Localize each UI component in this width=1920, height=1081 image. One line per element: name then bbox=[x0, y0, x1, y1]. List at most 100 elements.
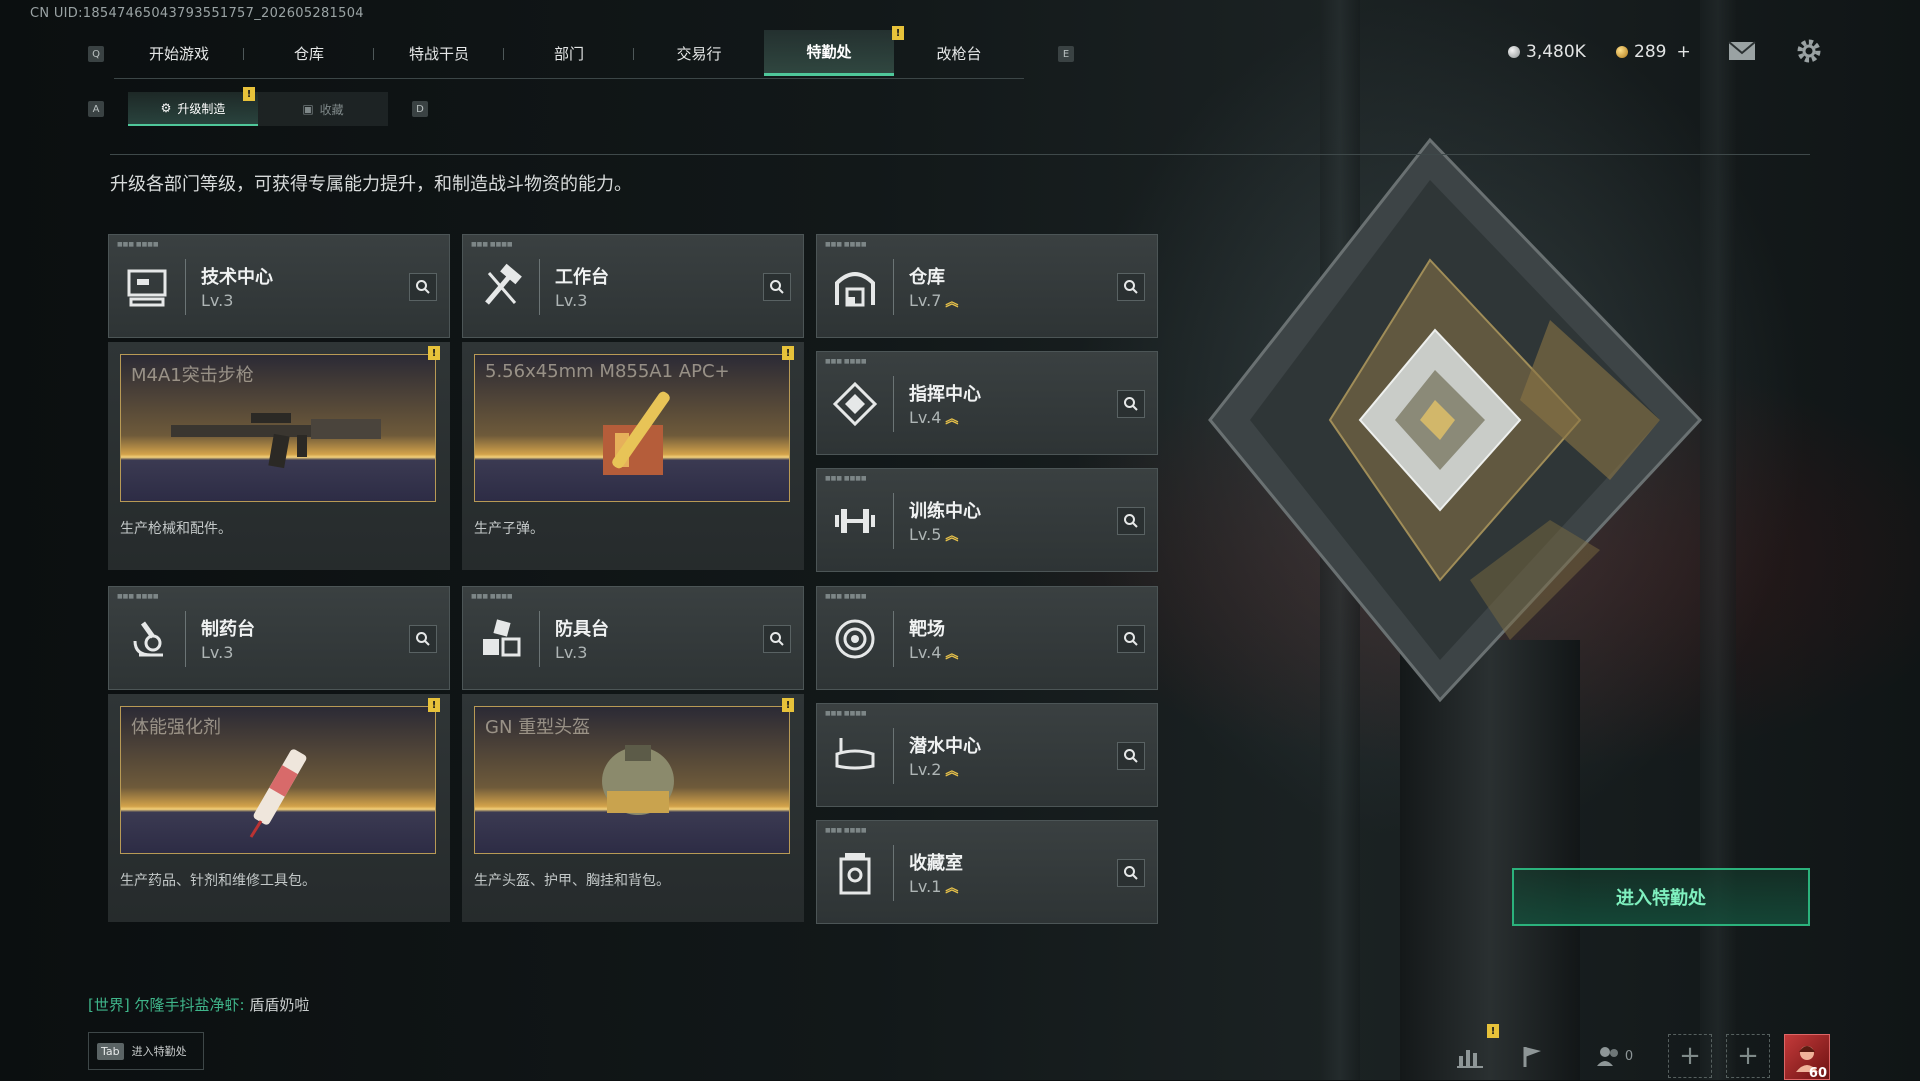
tab-trading[interactable]: 交易行 bbox=[634, 30, 764, 76]
diving-mask-icon bbox=[835, 738, 875, 770]
search-icon[interactable] bbox=[409, 273, 437, 301]
search-icon[interactable] bbox=[1117, 742, 1145, 770]
department-card-command-center[interactable]: ■■■ ■■■■ 指挥中心 Lv.4 ︽ bbox=[816, 351, 1158, 455]
nav-next-key[interactable]: E bbox=[1058, 46, 1074, 62]
subtab-next-key[interactable]: D bbox=[412, 101, 428, 117]
ammo-box-icon bbox=[603, 391, 670, 475]
production-badge: ! bbox=[428, 698, 440, 712]
department-card-armor[interactable]: ■■■ ■■■■ 防具台 Lv.3 bbox=[462, 586, 804, 690]
tab-special-ops[interactable]: 特勤处 bbox=[764, 30, 894, 76]
department-card-warehouse[interactable]: ■■■ ■■■■ 仓库 Lv.7 ︽ bbox=[816, 234, 1158, 338]
stats-notification-badge: ! bbox=[1487, 1024, 1499, 1038]
department-name: 技术中心 bbox=[201, 267, 273, 288]
settings-gear-icon[interactable] bbox=[1796, 38, 1822, 68]
chat-channel: [世界] bbox=[88, 996, 130, 1014]
silver-amount: 3,480K bbox=[1526, 42, 1586, 62]
friends-count: 0 bbox=[1624, 1048, 1634, 1064]
search-icon[interactable] bbox=[763, 625, 791, 653]
friends-button[interactable]: 0 bbox=[1584, 1034, 1644, 1078]
add-squad-slot-1[interactable]: + bbox=[1668, 1034, 1712, 1078]
gold-coin-icon bbox=[1616, 46, 1628, 58]
production-title: M4A1突击步枪 bbox=[131, 365, 254, 386]
add-squad-slot-2[interactable]: + bbox=[1726, 1034, 1770, 1078]
production-badge: ! bbox=[782, 346, 794, 360]
silver-currency: 3,480K bbox=[1508, 42, 1586, 62]
flag-icon[interactable] bbox=[1510, 1034, 1554, 1078]
nav-prev-key[interactable]: Q bbox=[88, 46, 104, 62]
tab-warehouse[interactable]: 仓库 bbox=[244, 30, 374, 76]
tab-gunsmith[interactable]: 改枪台 bbox=[894, 30, 1024, 76]
search-icon[interactable] bbox=[1117, 390, 1145, 418]
production-description: 生产头盔、护甲、胸挂和背包。 bbox=[474, 873, 670, 889]
search-icon[interactable] bbox=[409, 625, 437, 653]
world-chat-message[interactable]: [世界] 尔隆手抖盐净虾: 盾盾奶啦 bbox=[88, 994, 309, 1015]
production-card-stim[interactable]: 体能强化剂 ! 生产药品、针剂和维修工具包。 bbox=[108, 694, 450, 922]
tab-department[interactable]: 部门 bbox=[504, 30, 634, 76]
friends-icon bbox=[1596, 1047, 1618, 1066]
player-level: 60 bbox=[1808, 1066, 1827, 1081]
production-title: 体能强化剂 bbox=[131, 717, 221, 738]
production-preview: GN 重型头盔 bbox=[474, 706, 790, 854]
upgrade-available-icon: ︽ bbox=[945, 764, 959, 779]
warehouse-icon bbox=[835, 272, 875, 307]
department-card-training-center[interactable]: ■■■ ■■■■ 训练中心 Lv.5 ︽ bbox=[816, 468, 1158, 572]
top-nav: 开始游戏 仓库 特战干员 部门 交易行 特勤处 改枪台 bbox=[114, 30, 1024, 79]
department-card-pharmacy[interactable]: ■■■ ■■■■ 制药台 Lv.3 bbox=[108, 586, 450, 690]
header-divider bbox=[110, 154, 1810, 155]
computer-icon bbox=[127, 269, 167, 307]
gold-amount: 289 bbox=[1634, 42, 1667, 62]
department-card-collection-room[interactable]: ■■■ ■■■■ 收藏室 Lv.1 ︽ bbox=[816, 820, 1158, 924]
department-name: 收藏室 bbox=[909, 853, 963, 874]
helmet-icon bbox=[602, 745, 674, 815]
production-badge: ! bbox=[428, 346, 440, 360]
production-preview: 体能强化剂 bbox=[120, 706, 436, 854]
department-card-shooting-range[interactable]: ■■■ ■■■■ 靶场 Lv.4 ︽ bbox=[816, 586, 1158, 690]
department-name: 防具台 bbox=[555, 619, 609, 640]
department-name: 制药台 bbox=[201, 619, 255, 640]
department-level: Lv.3 bbox=[201, 643, 234, 662]
department-card-workbench[interactable]: ■■■ ■■■■ 工作台 Lv.3 bbox=[462, 234, 804, 338]
enter-special-ops-button[interactable]: 进入特勤处 bbox=[1512, 868, 1810, 926]
collection-icon bbox=[839, 853, 871, 895]
department-name: 训练中心 bbox=[909, 501, 981, 522]
subtab-upgrade-craft[interactable]: ⚙ 升级制造 bbox=[128, 92, 258, 126]
department-name: 工作台 bbox=[555, 267, 609, 288]
search-icon[interactable] bbox=[763, 273, 791, 301]
search-icon[interactable] bbox=[1117, 507, 1145, 535]
production-card-rifle[interactable]: M4A1突击步枪 ! 生产枪械和配件。 bbox=[108, 342, 450, 570]
production-card-ammo[interactable]: 5.56x45mm M855A1 APC+ ! 生产子弹。 bbox=[462, 342, 804, 570]
rifle-icon bbox=[171, 413, 381, 469]
mail-icon[interactable] bbox=[1728, 40, 1756, 66]
tab-key-hint[interactable]: Tab 进入特勤处 bbox=[88, 1032, 204, 1070]
search-icon[interactable] bbox=[1117, 859, 1145, 887]
stats-chart-icon[interactable] bbox=[1448, 1034, 1492, 1078]
chat-text: 盾盾奶啦 bbox=[249, 996, 310, 1014]
target-icon bbox=[835, 619, 875, 659]
production-title: GN 重型头盔 bbox=[485, 717, 591, 738]
tools-icon bbox=[485, 263, 522, 305]
department-card-tech-center[interactable]: ■■■ ■■■■ 技术中心 Lv.3 bbox=[108, 234, 450, 338]
upgrade-available-icon: ︽ bbox=[945, 647, 959, 662]
gold-currency: 289 + bbox=[1616, 42, 1691, 62]
special-ops-notification-badge: ! bbox=[892, 26, 904, 40]
upgrade-craft-icon: ⚙ bbox=[160, 101, 172, 115]
department-level: Lv.3 bbox=[555, 643, 588, 662]
sub-tabs: ⚙ 升级制造 ▣ 收藏 bbox=[128, 92, 388, 126]
subtab-prev-key[interactable]: A bbox=[88, 101, 104, 117]
production-preview: M4A1突击步枪 bbox=[120, 354, 436, 502]
subtab-collection[interactable]: ▣ 收藏 bbox=[258, 92, 388, 126]
add-currency-button[interactable]: + bbox=[1676, 42, 1690, 62]
collection-tab-icon: ▣ bbox=[302, 102, 314, 116]
tab-start-game[interactable]: 开始游戏 bbox=[114, 30, 244, 76]
player-avatar[interactable]: 60 bbox=[1784, 1034, 1830, 1081]
command-icon bbox=[832, 381, 878, 427]
subtab-collection-label: 收藏 bbox=[319, 102, 344, 117]
search-icon[interactable] bbox=[1117, 625, 1145, 653]
upgrade-available-icon: ︽ bbox=[945, 529, 959, 544]
search-icon[interactable] bbox=[1117, 273, 1145, 301]
department-level: Lv.4 bbox=[909, 408, 942, 427]
tab-operators[interactable]: 特战干员 bbox=[374, 30, 504, 76]
production-card-helmet[interactable]: GN 重型头盔 ! 生产头盔、护甲、胸挂和背包。 bbox=[462, 694, 804, 922]
department-card-diving-center[interactable]: ■■■ ■■■■ 潜水中心 Lv.2 ︽ bbox=[816, 703, 1158, 807]
microscope-icon bbox=[133, 621, 163, 657]
